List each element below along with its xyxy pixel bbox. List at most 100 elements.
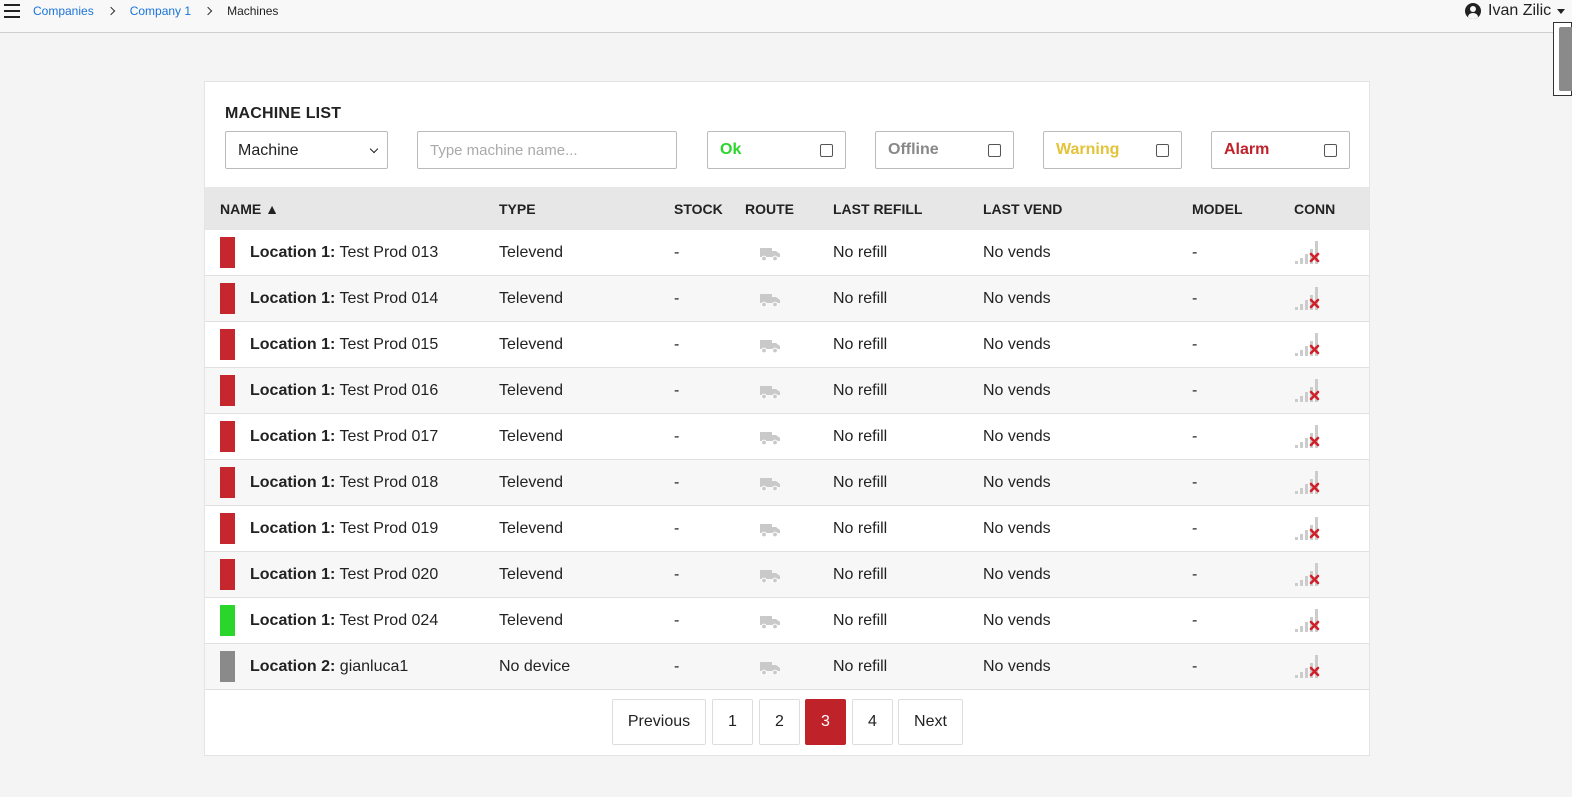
next-page-button[interactable]: Next [898,699,963,745]
hamburger-menu-icon[interactable] [4,4,20,18]
previous-page-button[interactable]: Previous [612,699,706,745]
page-button-2[interactable]: 2 [759,699,800,745]
chevron-right-icon [203,6,213,16]
col-name[interactable]: NAME ▲ [220,201,279,217]
machine-name[interactable]: Location 1: Test Prod 024 [250,612,438,630]
status-filter-offline[interactable]: Offline [875,131,1014,169]
machine-location: Location 1: [250,244,336,261]
status-filter-checkbox[interactable] [988,144,1001,157]
page-button-1[interactable]: 1 [712,699,753,745]
status-indicator [220,651,235,682]
status-filter-checkbox[interactable] [1324,144,1337,157]
col-stock: STOCK [674,201,723,217]
machine-location: Location 1: [250,382,336,399]
last-vend: No vends [983,612,1051,629]
truck-icon[interactable] [760,339,780,354]
table-row[interactable]: Location 1: Test Prod 018 Televend - No ref… [205,460,1369,506]
status-filter-warning[interactable]: Warning [1043,131,1182,169]
machine-stock: - [674,474,680,491]
status-filter-ok[interactable]: Ok [707,131,846,169]
last-refill: No refill [833,244,888,261]
status-indicator [220,237,235,268]
page-button-4[interactable]: 4 [852,699,893,745]
pagination: Previous 1 2 3 4 Next [205,699,1369,745]
truck-icon[interactable] [760,431,780,446]
last-vend: No vends [983,474,1051,491]
table-row[interactable]: Location 1: Test Prod 014 Televend - No ref… [205,276,1369,322]
machine-name[interactable]: Location 1: Test Prod 015 [250,336,438,354]
table-row[interactable]: Location 1: Test Prod 019 Televend - No ref… [205,506,1369,552]
machine-location: Location 1: [250,428,336,445]
last-vend: No vends [983,428,1051,445]
table-row[interactable]: Location 1: Test Prod 017 Televend - No ref… [205,414,1369,460]
machine-name[interactable]: Location 2: gianluca1 [250,658,408,676]
status-filter-alarm[interactable]: Alarm [1211,131,1350,169]
machine-name[interactable]: Location 1: Test Prod 017 [250,428,438,446]
chevron-right-icon [106,6,115,16]
no-signal-icon [1294,332,1322,358]
breadcrumb-companies[interactable]: Companies [33,4,94,18]
status-filter-checkbox[interactable] [820,144,833,157]
machine-type: No device [499,658,571,675]
table-row[interactable]: Location 1: Test Prod 016 Televend - No ref… [205,368,1369,414]
machine-stock: - [674,658,680,675]
table-row[interactable]: Location 2: gianluca1 No device - No refill… [205,644,1369,690]
machine-model: - [1192,428,1198,445]
machine-name-text: Test Prod 019 [339,520,439,537]
filter-type-select[interactable]: Machine [225,131,388,169]
truck-icon[interactable] [760,293,780,308]
machine-model: - [1192,290,1198,307]
table-row[interactable]: Location 1: Test Prod 013 Televend - No ref… [205,230,1369,276]
machine-location: Location 1: [250,336,336,353]
no-signal-icon [1294,424,1322,450]
status-indicator [220,559,235,590]
truck-icon[interactable] [760,247,780,262]
machine-name[interactable]: Location 1: Test Prod 014 [250,290,438,308]
machine-name[interactable]: Location 1: Test Prod 018 [250,474,438,492]
machine-name[interactable]: Location 1: Test Prod 013 [250,244,438,262]
side-widget[interactable] [1553,22,1572,96]
table-row[interactable]: Location 1: Test Prod 015 Televend - No ref… [205,322,1369,368]
last-vend: No vends [983,566,1051,583]
truck-icon[interactable] [760,569,780,584]
filter-type-value: Machine [238,142,299,159]
table-row[interactable]: Location 1: Test Prod 020 Televend - No ref… [205,552,1369,598]
chevron-down-icon [369,144,379,154]
machine-type: Televend [499,336,564,353]
status-indicator [220,375,235,406]
col-last-vend: LAST VEND [983,201,1063,217]
last-refill: No refill [833,612,888,629]
no-signal-icon [1294,240,1322,266]
truck-icon[interactable] [760,523,780,538]
no-signal-icon [1294,608,1322,634]
machine-type: Televend [499,290,564,307]
table-row[interactable]: Location 1: Test Prod 024 Televend - No ref… [205,598,1369,644]
breadcrumb: Companies Company 1 Machines [33,4,278,18]
col-last-refill: LAST REFILL [833,201,923,217]
no-signal-icon [1294,470,1322,496]
user-menu[interactable]: Ivan Zilic [1465,2,1566,20]
machine-name[interactable]: Location 1: Test Prod 019 [250,520,438,538]
last-refill: No refill [833,382,888,399]
page-button-3[interactable]: 3 [805,699,846,745]
machine-name-text: Test Prod 024 [339,612,439,629]
status-indicator [220,421,235,452]
status-filter-checkbox[interactable] [1156,144,1169,157]
col-type: TYPE [499,201,536,217]
status-indicator [220,329,235,360]
truck-icon[interactable] [760,615,780,630]
truck-icon[interactable] [760,477,780,492]
last-refill: No refill [833,290,888,307]
status-filter-label: Alarm [1224,141,1270,158]
machine-name[interactable]: Location 1: Test Prod 016 [250,382,438,400]
machine-list-card: MACHINE LIST Machine Ok Offline Warning Ala… [204,81,1370,756]
machine-name[interactable]: Location 1: Test Prod 020 [250,566,438,584]
breadcrumb-company[interactable]: Company 1 [130,4,191,18]
machine-location: Location 2: [250,658,336,675]
machine-stock: - [674,566,680,583]
machine-name-text: Test Prod 017 [339,428,439,445]
truck-icon[interactable] [760,385,780,400]
no-signal-icon [1294,516,1322,542]
truck-icon[interactable] [760,661,780,676]
machine-search-input[interactable] [417,131,677,169]
